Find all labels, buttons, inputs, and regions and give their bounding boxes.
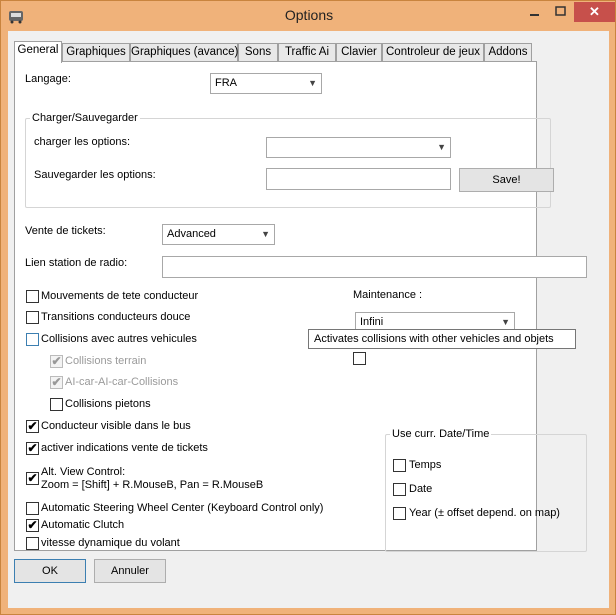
save-options-input[interactable] bbox=[266, 168, 451, 190]
use-year-checkbox[interactable] bbox=[393, 507, 406, 520]
save-options-label: Sauvegarder les options: bbox=[34, 169, 156, 181]
ticket-hints-checkbox[interactable]: ✔ bbox=[26, 442, 39, 455]
auto-clutch-checkbox[interactable]: ✔ bbox=[26, 519, 39, 532]
smooth-transitions-label: Transitions conducteurs douce bbox=[41, 311, 191, 323]
tab-traffic-ai[interactable]: Traffic Ai bbox=[278, 43, 336, 62]
chevron-down-icon: ▼ bbox=[261, 229, 270, 239]
date-time-group-title: Use curr. Date/Time bbox=[390, 428, 492, 440]
ticket-hints-label: activer indications vente de tickets bbox=[41, 442, 208, 454]
use-time-checkbox[interactable] bbox=[393, 459, 406, 472]
close-icon: ✕ bbox=[589, 4, 600, 19]
radio-label: Lien station de radio: bbox=[25, 257, 128, 269]
ok-button[interactable]: OK bbox=[14, 559, 86, 583]
tickets-select[interactable]: Advanced ▼ bbox=[162, 224, 275, 245]
tickets-label: Vente de tickets: bbox=[25, 225, 106, 237]
vehicle-collisions-checkbox[interactable] bbox=[26, 333, 39, 346]
radio-url-input[interactable] bbox=[162, 256, 587, 278]
tab-controleur-de-jeux[interactable]: Controleur de jeux bbox=[382, 43, 484, 62]
use-year-label: Year (± offset depend. on map) bbox=[409, 507, 560, 519]
use-date-checkbox[interactable] bbox=[393, 483, 406, 496]
date-time-group: Use curr. Date/Time Temps Date Year (± o… bbox=[385, 428, 587, 552]
maximize-button[interactable] bbox=[548, 2, 574, 22]
dynamic-steering-speed-label: vitesse dynamique du volant bbox=[41, 537, 180, 549]
use-time-label: Temps bbox=[409, 459, 442, 471]
head-movement-checkbox[interactable] bbox=[26, 290, 39, 303]
vehicle-collisions-label: Collisions avec autres vehicules bbox=[41, 333, 197, 345]
chevron-down-icon: ▼ bbox=[437, 142, 446, 152]
pedestrian-collisions-checkbox[interactable] bbox=[50, 398, 63, 411]
minimize-icon bbox=[530, 14, 539, 16]
client-area: General Graphiques Graphiques (avance) S… bbox=[8, 31, 609, 608]
language-select[interactable]: FRA ▼ bbox=[210, 73, 322, 94]
general-panel: Langage: FRA ▼ Charger/Sauvegarder charge… bbox=[14, 61, 587, 552]
pedestrian-collisions-label: Collisions pietons bbox=[65, 398, 151, 410]
collision-tooltip: Activates collisions with other vehicles… bbox=[308, 329, 576, 349]
smooth-transitions-checkbox[interactable] bbox=[26, 311, 39, 324]
tab-sons[interactable]: Sons bbox=[238, 43, 278, 62]
terrain-collisions-checkbox[interactable]: ✔ bbox=[50, 355, 63, 368]
load-save-group-title: Charger/Sauvegarder bbox=[30, 112, 140, 124]
dynamic-steering-speed-checkbox[interactable] bbox=[26, 537, 39, 550]
alt-view-control-label: Alt. View Control: bbox=[41, 466, 126, 478]
auto-steering-center-label: Automatic Steering Wheel Center (Keyboar… bbox=[41, 502, 324, 514]
load-options-select[interactable]: ▼ bbox=[266, 137, 451, 158]
auto-clutch-label: Automatic Clutch bbox=[41, 519, 125, 531]
maintenance-label: Maintenance : bbox=[353, 289, 423, 301]
language-label: Langage: bbox=[25, 73, 71, 85]
ai-car-collisions-label: AI-car-AI-car-Collisions bbox=[65, 376, 179, 388]
alt-view-control-detail: Zoom = [Shift] + R.MouseB, Pan = R.Mouse… bbox=[41, 479, 264, 491]
options-window: Options ✕ General Graphiques Graphiques … bbox=[0, 0, 616, 615]
load-options-label: charger les options: bbox=[34, 136, 130, 148]
hidden-checkbox[interactable] bbox=[353, 352, 366, 365]
chevron-down-icon: ▼ bbox=[308, 78, 317, 88]
use-date-label: Date bbox=[409, 483, 433, 495]
ai-car-collisions-checkbox[interactable]: ✔ bbox=[50, 376, 63, 389]
tab-graphiques-avance[interactable]: Graphiques (avance) bbox=[130, 43, 238, 62]
tab-addons[interactable]: Addons bbox=[484, 43, 532, 62]
terrain-collisions-label: Collisions terrain bbox=[65, 355, 147, 367]
save-button[interactable]: Save! bbox=[459, 168, 554, 192]
tab-clavier[interactable]: Clavier bbox=[336, 43, 382, 62]
title-bar[interactable]: Options ✕ bbox=[1, 1, 616, 31]
driver-visible-checkbox[interactable]: ✔ bbox=[26, 420, 39, 433]
minimize-button[interactable] bbox=[521, 2, 548, 22]
close-button[interactable]: ✕ bbox=[574, 2, 615, 22]
head-movement-label: Mouvements de tete conducteur bbox=[41, 290, 199, 302]
tab-graphiques[interactable]: Graphiques bbox=[62, 43, 130, 62]
driver-visible-label: Conducteur visible dans le bus bbox=[41, 420, 191, 432]
load-save-group: Charger/Sauvegarder charger les options:… bbox=[25, 112, 554, 208]
auto-steering-center-checkbox[interactable] bbox=[26, 502, 39, 515]
cancel-button[interactable]: Annuler bbox=[94, 559, 166, 583]
maximize-icon bbox=[555, 6, 566, 16]
tab-general[interactable]: General bbox=[14, 41, 62, 63]
alt-view-control-checkbox[interactable]: ✔ bbox=[26, 472, 39, 485]
